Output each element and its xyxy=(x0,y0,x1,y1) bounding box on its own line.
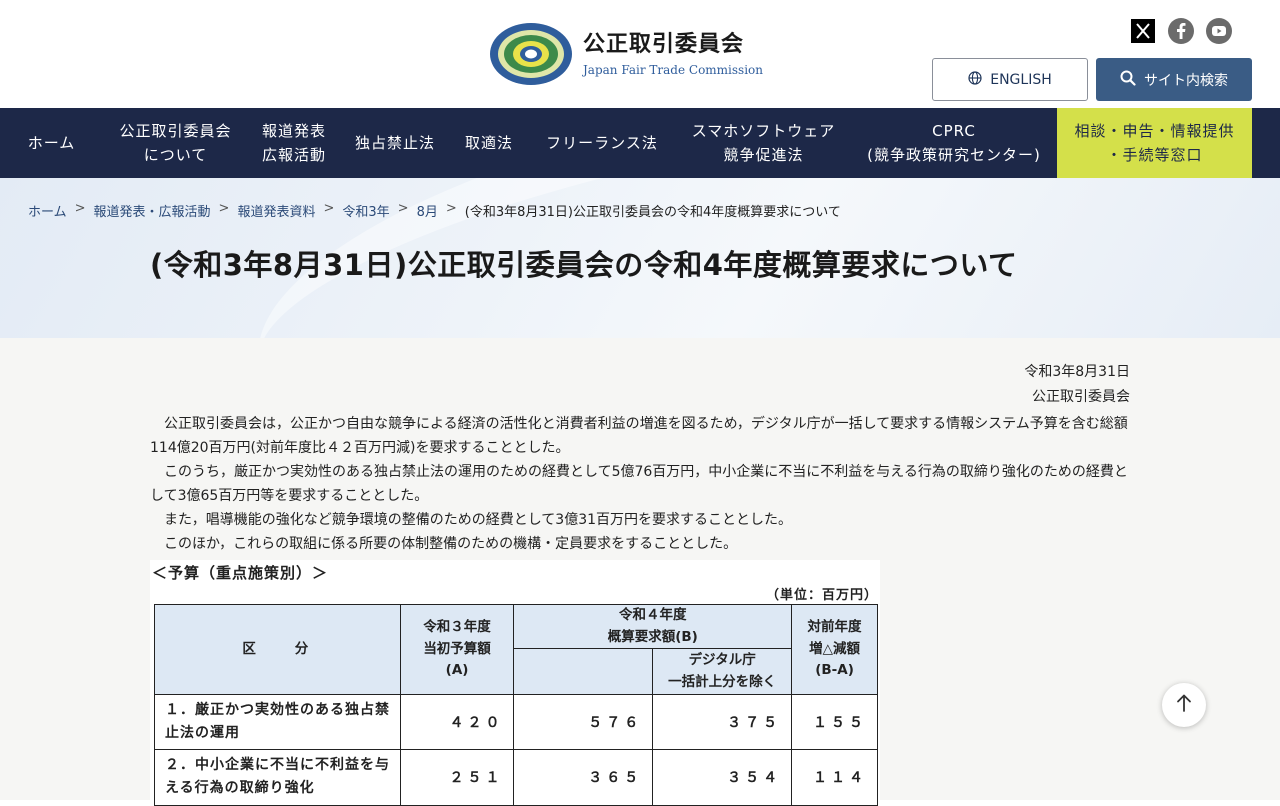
row-label: １．厳正かつ実効性のある独占禁止法の運用 xyxy=(154,694,401,751)
jftc-emblem-icon xyxy=(489,22,573,86)
budget-table: 区 分 令和３年度 当初予算額 (A) 令和４年度 概算要求額(B) 対前年度 … xyxy=(154,603,878,806)
budget-unit: （単位：百万円） xyxy=(765,588,878,603)
x-icon[interactable] xyxy=(1130,18,1156,44)
back-to-top-button[interactable] xyxy=(1162,683,1206,727)
nav-item-consult[interactable]: 相談・申告・情報提供 ・手続等窓口 xyxy=(1057,108,1252,178)
nav-item-press[interactable]: 報道発表 広報活動 xyxy=(248,108,340,178)
youtube-icon[interactable] xyxy=(1206,18,1232,44)
breadcrumb-link[interactable]: 令和3年 xyxy=(342,201,389,220)
breadcrumb-current: (令和3年8月31日)公正取引委員会の令和4年度概算要求について xyxy=(464,205,841,220)
org-name-en: Japan Fair Trade Commission xyxy=(583,63,763,78)
header-diff: 対前年度 増△減額 (B-A) xyxy=(791,603,878,696)
nav-item-smartphone[interactable]: スマホソフトウェア 競争促進法 xyxy=(676,108,851,178)
search-icon xyxy=(1120,70,1136,90)
cell-r3: ２５１ xyxy=(399,749,515,806)
site-header: 公正取引委員会 Japan Fair Trade Commission ENGL… xyxy=(0,0,1280,108)
release-issuer: 公正取引委員会 xyxy=(1032,388,1130,405)
header-category: 区 分 xyxy=(154,603,401,696)
body-paragraph: また，唱導機能の強化など競争環境の整備のための経費として3億31百万円を要求する… xyxy=(164,512,793,529)
cell-r4: ５７６ xyxy=(513,694,654,751)
cell-r3: ４２０ xyxy=(399,694,515,751)
search-label: サイト内検索 xyxy=(1144,72,1228,89)
body-paragraph: 公正取引委員会は，公正かつ自由な競争による経済の活性化と消費者利益の増進を図るた… xyxy=(150,416,1128,457)
budget-title: ＜予算（重点施策別）＞ xyxy=(152,564,329,582)
cell-r4-excl: ３７５ xyxy=(652,694,793,751)
release-date: 令和3年8月31日 xyxy=(1024,364,1130,380)
nav-item-cprc[interactable]: CPRC (競争政策研究センター) xyxy=(851,108,1057,178)
row-label: ２．中小企業に不当に不利益を与える行為の取締り強化 xyxy=(154,749,401,806)
globe-icon xyxy=(968,70,982,89)
site-logo[interactable]: 公正取引委員会 Japan Fair Trade Commission xyxy=(489,22,763,86)
cell-r4: ３６５ xyxy=(513,749,654,806)
breadcrumb-link[interactable]: ホーム xyxy=(28,201,67,220)
site-search-button[interactable]: サイト内検索 xyxy=(1096,58,1252,101)
breadcrumb-separator: > xyxy=(74,201,86,216)
release-body: 公正取引委員会は，公正かつ自由な競争による経済の活性化と消費者利益の増進を図るた… xyxy=(150,412,1130,556)
breadcrumb-link[interactable]: 報道発表資料 xyxy=(237,201,315,220)
nav-item-antimonopoly[interactable]: 独占禁止法 xyxy=(340,108,450,178)
header-r3: 令和３年度 当初予算額 (A) xyxy=(399,603,515,696)
breadcrumb-separator: > xyxy=(218,201,230,216)
arrow-up-icon xyxy=(1175,693,1193,717)
main-content: 令和3年8月31日 公正取引委員会 公正取引委員会は，公正かつ自由な競争による経… xyxy=(0,338,1280,806)
page-hero: ホーム > 報道発表・広報活動 > 報道発表資料 > 令和3年 > 8月 > (… xyxy=(0,178,1280,338)
cell-diff: １１４ xyxy=(791,749,878,806)
nav-item-home[interactable]: ホーム xyxy=(0,108,103,178)
breadcrumb-link[interactable]: 8月 xyxy=(417,201,438,220)
breadcrumb-link[interactable]: 報道発表・広報活動 xyxy=(94,201,211,220)
english-label: ENGLISH xyxy=(990,71,1052,88)
header-r4: 令和４年度 概算要求額(B) xyxy=(513,603,793,650)
table-row: ２．中小企業に不当に不利益を与える行為の取締り強化 ２５１ ３６５ ３５４ １１… xyxy=(154,749,878,806)
breadcrumb-separator: > xyxy=(323,201,335,216)
cell-r4-excl: ３５４ xyxy=(652,749,793,806)
breadcrumb: ホーム > 報道発表・広報活動 > 報道発表資料 > 令和3年 > 8月 > (… xyxy=(28,201,841,220)
global-nav: ホーム 公正取引委員会 について 報道発表 広報活動 独占禁止法 取適法 フリー… xyxy=(0,108,1280,178)
nav-item-freelance[interactable]: フリーランス法 xyxy=(528,108,676,178)
nav-item-about[interactable]: 公正取引委員会 について xyxy=(103,108,248,178)
breadcrumb-separator: > xyxy=(445,201,457,216)
page-title: (令和3年8月31日)公正取引委員会の令和4年度概算要求について xyxy=(150,248,1018,282)
social-links xyxy=(1130,18,1232,44)
org-name-ja: 公正取引委員会 xyxy=(583,31,745,57)
breadcrumb-separator: > xyxy=(397,201,409,216)
body-paragraph: このほか，これらの取組に係る所要の体制整備のための機構・定員要求をすることとした… xyxy=(164,536,738,553)
body-paragraph: このうち，厳正かつ実効性のある独占禁止法の運用のための経費として5億76百万円，… xyxy=(150,464,1128,505)
release-meta: 令和3年8月31日 公正取引委員会 xyxy=(1024,360,1130,409)
facebook-icon[interactable] xyxy=(1168,18,1194,44)
english-button[interactable]: ENGLISH xyxy=(932,58,1088,101)
cell-diff: １５５ xyxy=(791,694,878,751)
budget-figure: ＜予算（重点施策別）＞ （単位：百万円） 区 分 令和３年度 当初予算額 (A)… xyxy=(150,560,880,806)
nav-item-subcontract[interactable]: 取適法 xyxy=(450,108,528,178)
table-row: １．厳正かつ実効性のある独占禁止法の運用 ４２０ ５７６ ３７５ １５５ xyxy=(154,694,878,751)
header-r4-excl: デジタル庁 一括計上分を除く xyxy=(652,648,793,696)
